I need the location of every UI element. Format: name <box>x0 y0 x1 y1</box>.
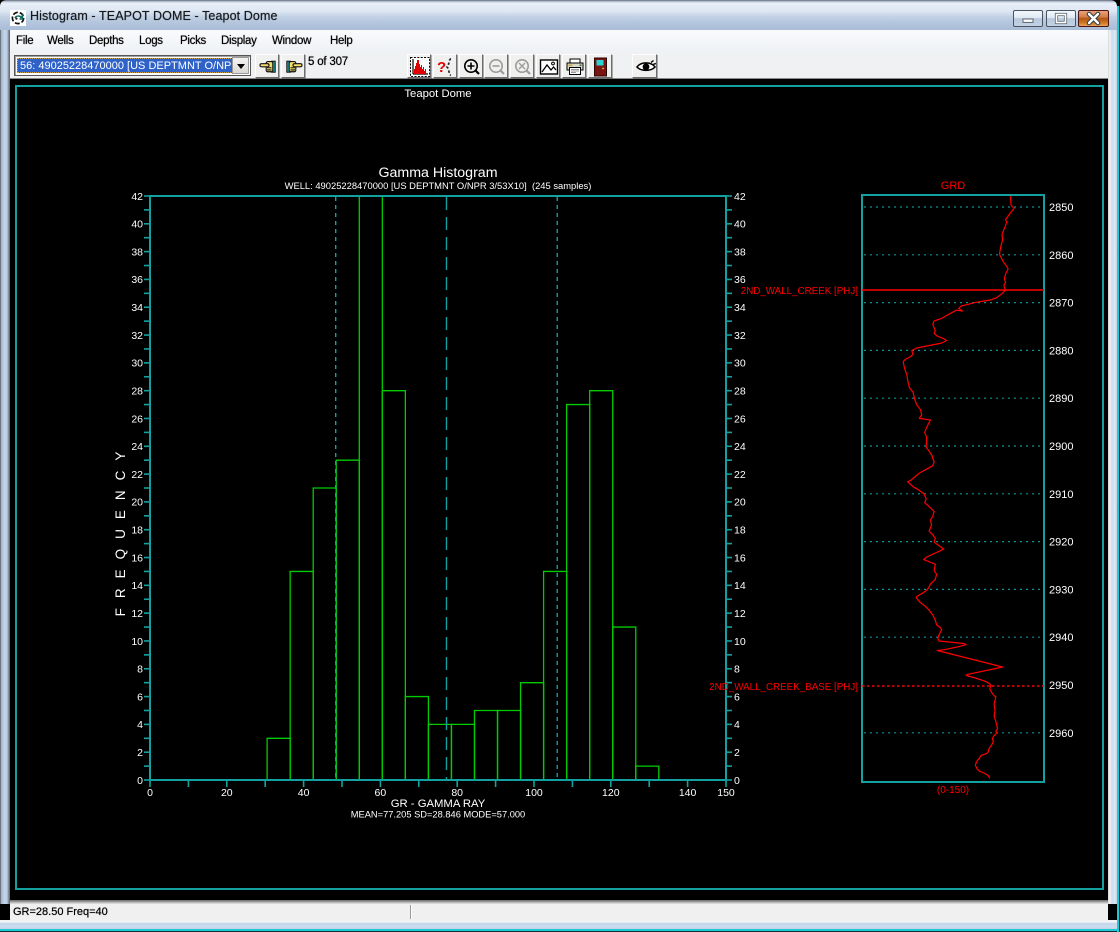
svg-text:2930: 2930 <box>1049 584 1073 596</box>
svg-text:(0-150): (0-150) <box>937 785 969 796</box>
svg-text:2850: 2850 <box>1049 202 1073 214</box>
svg-text:16: 16 <box>131 552 143 564</box>
svg-text:GRD: GRD <box>941 180 966 192</box>
svg-text:0: 0 <box>137 775 143 787</box>
svg-text:10: 10 <box>131 636 143 648</box>
svg-text:34: 34 <box>131 302 143 314</box>
svg-text:2ND_WALL_CREEK [PHJ]: 2ND_WALL_CREEK [PHJ] <box>741 286 859 297</box>
svg-text:20: 20 <box>131 497 143 509</box>
svg-text:32: 32 <box>734 330 746 342</box>
svg-text:2860: 2860 <box>1049 250 1073 262</box>
svg-text:120: 120 <box>602 787 620 799</box>
svg-text:140: 140 <box>679 787 697 799</box>
svg-text:6: 6 <box>734 691 740 703</box>
svg-text:42: 42 <box>734 191 746 203</box>
svg-text:FREQUENCY: FREQUENCY <box>113 442 128 617</box>
svg-text:40: 40 <box>298 787 310 799</box>
svg-text:40: 40 <box>131 219 143 231</box>
svg-text:22: 22 <box>734 469 746 481</box>
svg-text:0: 0 <box>734 775 740 787</box>
svg-text:16: 16 <box>734 552 746 564</box>
svg-text:2940: 2940 <box>1049 632 1073 644</box>
svg-text:36: 36 <box>131 274 143 286</box>
svg-text:28: 28 <box>734 385 746 397</box>
svg-text:4: 4 <box>137 719 143 731</box>
svg-text:38: 38 <box>734 246 746 258</box>
svg-text:4: 4 <box>734 719 740 731</box>
svg-text:30: 30 <box>131 358 143 370</box>
svg-text:0: 0 <box>147 787 153 799</box>
svg-text:26: 26 <box>131 413 143 425</box>
svg-text:2950: 2950 <box>1049 680 1073 692</box>
svg-text:18: 18 <box>734 525 746 537</box>
svg-text:14: 14 <box>734 580 746 592</box>
svg-text:28: 28 <box>131 385 143 397</box>
svg-text:Gamma Histogram: Gamma Histogram <box>378 165 497 181</box>
svg-text:40: 40 <box>734 219 746 231</box>
svg-text:60: 60 <box>375 787 387 799</box>
svg-text:34: 34 <box>734 302 746 314</box>
svg-text:12: 12 <box>734 608 746 620</box>
svg-text:2920: 2920 <box>1049 537 1073 549</box>
svg-text:2880: 2880 <box>1049 345 1073 357</box>
svg-text:150: 150 <box>717 787 735 799</box>
svg-text:26: 26 <box>734 413 746 425</box>
svg-text:Teapot Dome: Teapot Dome <box>404 88 471 100</box>
svg-text:2900: 2900 <box>1049 441 1073 453</box>
svg-text:MEAN=77.205 SD=28.846 MODE=57.: MEAN=77.205 SD=28.846 MODE=57.000 <box>351 810 525 820</box>
svg-text:20: 20 <box>734 497 746 509</box>
svg-text:38: 38 <box>131 246 143 258</box>
svg-text:24: 24 <box>131 441 143 453</box>
svg-text:2: 2 <box>734 747 740 759</box>
svg-text:14: 14 <box>131 580 143 592</box>
svg-text:2: 2 <box>137 747 143 759</box>
svg-text:20: 20 <box>221 787 233 799</box>
svg-text:2960: 2960 <box>1049 728 1073 740</box>
svg-text:WELL: 49025228470000 [US DEPTM: WELL: 49025228470000 [US DEPTMNT O/NPR 3… <box>285 180 592 191</box>
svg-text:30: 30 <box>734 358 746 370</box>
svg-text:?: ? <box>437 59 446 76</box>
svg-text:36: 36 <box>734 274 746 286</box>
svg-text:2910: 2910 <box>1049 489 1073 501</box>
svg-text:2ND_WALL_CREEK_BASE [PHJ]: 2ND_WALL_CREEK_BASE [PHJ] <box>709 682 858 693</box>
svg-text:8: 8 <box>137 664 143 676</box>
svg-text:42: 42 <box>131 191 143 203</box>
svg-text:2870: 2870 <box>1049 298 1073 310</box>
svg-text:GR - GAMMA RAY: GR - GAMMA RAY <box>391 798 486 810</box>
svg-text:18: 18 <box>131 525 143 537</box>
svg-text:2890: 2890 <box>1049 393 1073 405</box>
svg-text:22: 22 <box>131 469 143 481</box>
svg-text:100: 100 <box>525 787 543 799</box>
svg-text:32: 32 <box>131 330 143 342</box>
svg-text:24: 24 <box>734 441 746 453</box>
svg-text:8: 8 <box>734 664 740 676</box>
svg-text:10: 10 <box>734 636 746 648</box>
svg-text:6: 6 <box>137 691 143 703</box>
svg-text:12: 12 <box>131 608 143 620</box>
